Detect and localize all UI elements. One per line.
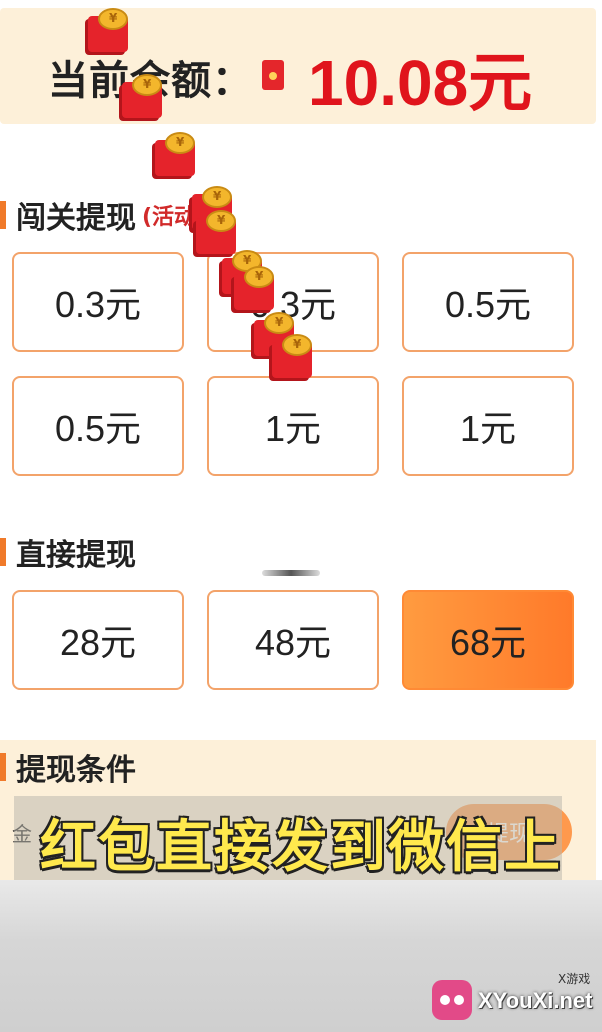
direct-option-3-selected[interactable]: 68元 [402, 590, 574, 690]
red-packet-coin-icon [272, 334, 316, 378]
section-marker [0, 538, 6, 566]
conditions-header: 提现条件 [0, 750, 136, 788]
section-marker [0, 753, 6, 781]
red-packet-coin-icon [88, 8, 132, 52]
level-withdraw-header: 闯关提现 (活动 [0, 198, 197, 236]
red-packet-coin-icon [196, 210, 240, 254]
level-withdraw-note: (活动 [142, 205, 197, 230]
watermark-small-text: X游戏 [558, 972, 591, 986]
red-packet-coin-icon [234, 266, 278, 310]
section-marker [0, 201, 6, 229]
level-option-6[interactable]: 1元 [402, 376, 574, 476]
level-option-4[interactable]: 0.5元 [12, 376, 184, 476]
gamepad-logo-icon [432, 980, 472, 1020]
red-packet-coin-icon [122, 74, 166, 118]
conditions-title: 提现条件 [16, 753, 136, 788]
level-option-3[interactable]: 0.5元 [402, 252, 574, 352]
red-packet-icon [262, 60, 284, 90]
watermark-text: XYouXi.net [478, 988, 593, 1013]
balance-value: 10.08元 [308, 47, 533, 119]
red-packet-coin-icon [155, 132, 199, 176]
level-option-1[interactable]: 0.3元 [12, 252, 184, 352]
withdraw-page: 当前余额： 10.08元 闯关提现 (活动 0.3元 0.3元 0.5元 0.5… [0, 0, 602, 1032]
loading-indicator [262, 570, 320, 576]
direct-option-1[interactable]: 28元 [12, 590, 184, 690]
level-option-5[interactable]: 1元 [207, 376, 379, 476]
watermark: X游戏 XYouXi.net [428, 966, 598, 1028]
direct-option-2[interactable]: 48元 [207, 590, 379, 690]
level-withdraw-title: 闯关提现 [16, 201, 136, 236]
direct-withdraw-title: 直接提现 [16, 538, 136, 573]
video-subtitle: 红包直接发到微信上 [40, 815, 562, 880]
direct-withdraw-header: 直接提现 [0, 535, 136, 573]
